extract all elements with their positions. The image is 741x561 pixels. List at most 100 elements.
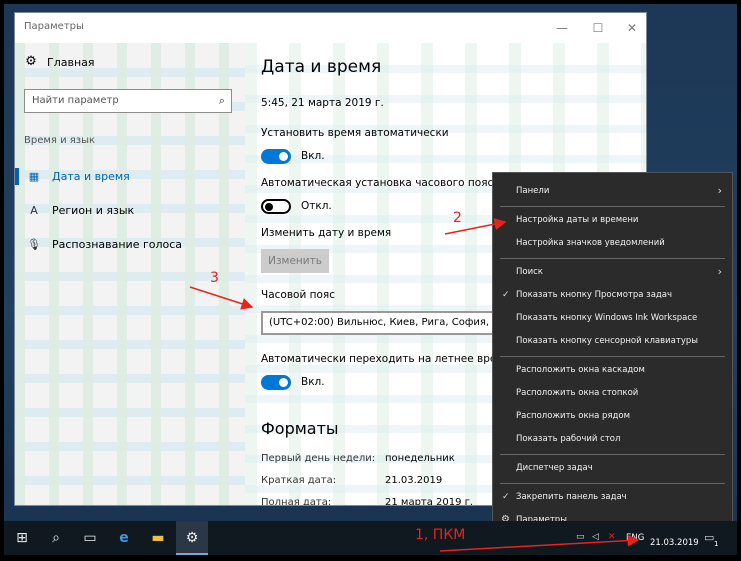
auto-tz-label: Автоматическая установка часового пояса <box>261 177 500 189</box>
notification-icon[interactable]: ▭ <box>704 531 714 544</box>
format-key: Краткая дата: <box>261 475 337 486</box>
search-icon[interactable]: ⌕ <box>219 94 225 108</box>
sidebar-item-label: Регион и язык <box>52 203 135 217</box>
task-view-button[interactable]: ▭ <box>74 521 106 555</box>
auto-time-toggle[interactable] <box>261 149 291 164</box>
gear-icon: ⚙ <box>185 530 199 546</box>
menu-item-label: Настройка даты и времени <box>516 215 639 225</box>
menu-item-lock-taskbar[interactable]: ✓ Закрепить панель задач <box>493 486 732 508</box>
format-value: 21.03.2019 <box>385 475 443 486</box>
window-title: Параметры <box>24 21 84 32</box>
network-icon[interactable]: ▭ <box>576 532 585 542</box>
menu-item-label: Диспетчер задач <box>516 463 593 473</box>
tray-flag-icon[interactable]: ✕ <box>608 532 616 542</box>
formats-title: Форматы <box>261 419 339 438</box>
timezone-select[interactable]: (UTC+02:00) Вильнюс, Киев, Рига, София, … <box>261 311 521 335</box>
check-icon: ✓ <box>502 290 510 300</box>
format-value: 21 марта 2019 г. <box>385 497 474 506</box>
current-time: 5:45, 21 марта 2019 г. <box>261 97 384 109</box>
menu-item-show-touch-keyboard[interactable]: Показать кнопку сенсорной клавиатуры <box>493 330 732 352</box>
task-view-icon: ▭ <box>83 530 97 546</box>
windows-logo-icon: ⊞ <box>16 530 28 546</box>
menu-separator <box>500 206 725 207</box>
folder-icon: ▬ <box>151 530 165 546</box>
format-key: Первый день недели: <box>261 453 376 464</box>
taskbar-context-menu: Панели › Настройка даты и времени Настро… <box>492 172 733 535</box>
close-button[interactable]: ✕ <box>615 17 646 39</box>
sidebar-item-region-language[interactable]: A Регион и язык <box>15 195 245 225</box>
menu-separator <box>500 356 725 357</box>
chevron-right-icon: › <box>717 184 722 197</box>
notification-count: 1 <box>714 540 719 548</box>
search-icon: ⌕ <box>52 530 60 546</box>
change-datetime-label: Изменить дату и время <box>261 227 392 239</box>
search-button[interactable]: ⌕ <box>40 521 72 555</box>
menu-item-label: Показать кнопку Windows Ink Workspace <box>516 313 698 323</box>
menu-item-task-manager[interactable]: Диспетчер задач <box>493 457 732 479</box>
explorer-button[interactable]: ▬ <box>142 521 174 555</box>
menu-item-show-desktop[interactable]: Показать рабочий стол <box>493 428 732 450</box>
start-button[interactable]: ⊞ <box>6 521 38 555</box>
menu-separator <box>500 258 725 259</box>
settings-taskbar-button[interactable]: ⚙ <box>176 521 208 555</box>
gear-icon: ⚙ <box>25 54 37 69</box>
format-value: понедельник <box>385 453 455 464</box>
menu-item-show-ink-workspace[interactable]: Показать кнопку Windows Ink Workspace <box>493 307 732 329</box>
dst-toggle[interactable] <box>261 375 291 390</box>
active-indicator <box>15 168 19 185</box>
menu-item-search[interactable]: Поиск › <box>493 261 732 283</box>
change-datetime-button[interactable]: Изменить <box>261 249 329 273</box>
auto-time-label: Установить время автоматически <box>261 127 449 139</box>
auto-tz-toggle[interactable] <box>261 199 291 214</box>
sidebar-home[interactable]: ⚙ Главная <box>24 54 95 69</box>
check-icon: ✓ <box>502 492 510 502</box>
annotation-step-2: 2 <box>453 210 462 226</box>
menu-item-label: Закрепить панель задач <box>516 492 627 502</box>
annotation-step-3: 3 <box>210 270 219 286</box>
title-bar[interactable]: Параметры — ☐ ✕ <box>15 13 646 43</box>
menu-item-label: Расположить окна каскадом <box>516 365 645 375</box>
auto-time-state: Вкл. <box>301 150 325 162</box>
annotation-step-1: 1, ПКМ <box>415 527 466 543</box>
menu-item-label: Расположить окна стопкой <box>516 388 639 398</box>
menu-item-adjust-date-time[interactable]: Настройка даты и времени <box>493 209 732 231</box>
volume-icon[interactable]: ◁ <box>592 532 599 542</box>
menu-item-label: Расположить окна рядом <box>516 411 631 421</box>
search-input[interactable]: Найти параметр ⌕ <box>24 89 232 113</box>
clock-date[interactable]: 21.03.2019 <box>650 538 699 548</box>
menu-item-label: Поиск <box>516 267 543 277</box>
language-icon: A <box>30 203 38 217</box>
sidebar-section-title: Время и язык <box>24 135 96 146</box>
sidebar-item-label: Дата и время <box>52 169 130 183</box>
auto-tz-state: Откл. <box>301 200 332 212</box>
sidebar-item-speech[interactable]: 🎙 Распознавание голоса <box>15 229 245 259</box>
menu-item-label: Показать кнопку сенсорной клавиатуры <box>516 336 698 346</box>
sidebar-item-label: Распознавание голоса <box>52 237 183 251</box>
menu-item-toolbars[interactable]: Панели › <box>493 180 732 202</box>
edge-button[interactable]: e <box>108 521 140 555</box>
menu-item-cascade[interactable]: Расположить окна каскадом <box>493 359 732 381</box>
search-placeholder: Найти параметр <box>32 95 119 106</box>
microphone-icon: 🎙 <box>27 237 41 251</box>
menu-item-stack[interactable]: Расположить окна стопкой <box>493 382 732 404</box>
menu-item-label: Показать кнопку Просмотра задач <box>516 290 673 300</box>
maximize-button[interactable]: ☐ <box>581 17 615 39</box>
sidebar-home-label: Главная <box>47 55 95 69</box>
edge-icon: e <box>119 530 129 546</box>
sidebar-item-date-time[interactable]: ▦ Дата и время <box>15 161 245 191</box>
calendar-clock-icon: ▦ <box>28 169 40 183</box>
minimize-button[interactable]: — <box>545 17 579 39</box>
menu-item-label: Показать рабочий стол <box>516 434 621 444</box>
menu-separator <box>500 483 725 484</box>
taskbar: ⊞ ⌕ ▭ e ▬ ⚙ ▭ ◁ ✕ ENG 21.03.2019 ▭ 1 <box>4 521 737 555</box>
menu-item-customize-notification-icons[interactable]: Настройка значков уведомлений <box>493 232 732 254</box>
dst-state: Вкл. <box>301 376 325 388</box>
chevron-right-icon: › <box>717 265 722 278</box>
page-title: Дата и время <box>261 57 382 77</box>
menu-separator <box>500 454 725 455</box>
timezone-label: Часовой пояс <box>261 289 335 301</box>
menu-item-show-task-view[interactable]: ✓ Показать кнопку Просмотра задач <box>493 284 732 306</box>
menu-item-label: Настройка значков уведомлений <box>516 238 665 248</box>
language-indicator[interactable]: ENG <box>626 533 644 543</box>
menu-item-side-by-side[interactable]: Расположить окна рядом <box>493 405 732 427</box>
